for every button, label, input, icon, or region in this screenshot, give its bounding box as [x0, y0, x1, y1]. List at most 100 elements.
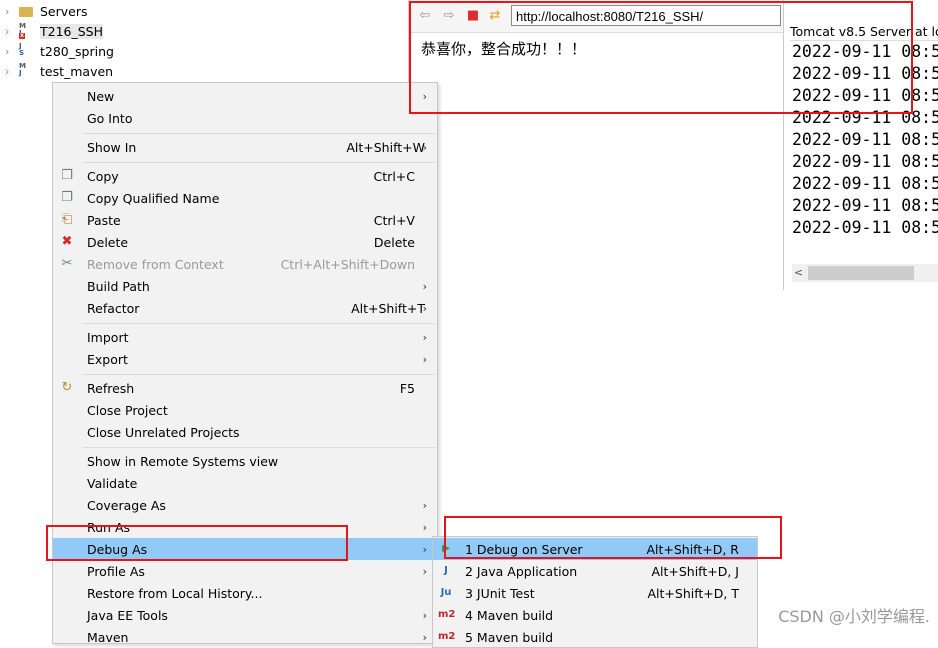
java-project-icon: JS — [19, 42, 25, 57]
scrollbar-thumb[interactable] — [808, 266, 914, 280]
submenu-item-label: 4 Maven build — [465, 607, 554, 623]
menu-item-label: New — [87, 88, 115, 104]
menu-item-java-ee-tools[interactable]: Java EE Tools › — [53, 604, 437, 626]
annotation-box-debug-as — [46, 525, 348, 561]
menu-item-copy-qualified-name[interactable]: ❐ Copy Qualified Name — [53, 187, 437, 209]
chevron-right-icon[interactable]: › — [5, 25, 17, 38]
menu-item-show-in-remote-systems-view[interactable]: Show in Remote Systems view — [53, 450, 437, 472]
menu-item-shortcut: Ctrl+V — [373, 212, 415, 228]
menu-separator — [83, 447, 435, 448]
remove-context-icon: ✂ — [61, 256, 73, 271]
paste-icon: ⎗ — [61, 212, 73, 227]
console-line: 2022-09-11 08:5 — [792, 218, 938, 237]
delete-icon: ✖ — [61, 234, 73, 249]
menu-item-delete[interactable]: ✖ Delete Delete — [53, 231, 437, 253]
menu-item-label: Restore from Local History... — [87, 585, 263, 601]
menu-item-label: Refresh — [87, 380, 135, 396]
menu-item-restore-from-local-history[interactable]: Restore from Local History... — [53, 582, 437, 604]
maven-icon: m2 — [438, 631, 456, 642]
submenu-item-2-java-application[interactable]: J 2 Java Application Alt+Shift+D, J — [433, 560, 757, 582]
maven-icon: m2 — [438, 609, 456, 620]
tree-item-test-maven[interactable]: › MJ test_maven — [0, 61, 113, 81]
folder-icon — [19, 3, 35, 19]
submenu-item-label: 5 Maven build — [465, 629, 554, 645]
menu-item-close-project[interactable]: Close Project — [53, 399, 437, 421]
submenu-arrow-icon: › — [422, 630, 427, 644]
submenu-arrow-icon: › — [422, 564, 427, 578]
menu-separator — [83, 162, 435, 163]
menu-item-paste[interactable]: ⎗ Paste Ctrl+V — [53, 209, 437, 231]
console-line: 2022-09-11 08:5 — [792, 152, 938, 171]
menu-item-shortcut: Ctrl+C — [373, 168, 415, 184]
refresh-icon: ↻ — [61, 380, 73, 395]
menu-item-close-unrelated-projects[interactable]: Close Unrelated Projects — [53, 421, 437, 443]
menu-item-label: Profile As — [87, 563, 145, 579]
menu-item-label: Build Path — [87, 278, 150, 294]
menu-item-label: Export — [87, 351, 128, 367]
menu-item-shortcut: Ctrl+Alt+Shift+Down — [280, 256, 415, 272]
menu-separator — [83, 323, 435, 324]
menu-item-remove-from-context[interactable]: ✂ Remove from Context Ctrl+Alt+Shift+Down — [53, 253, 437, 275]
console-line: 2022-09-11 08:5 — [792, 130, 938, 149]
submenu-arrow-icon: › — [422, 279, 427, 293]
tree-item-t216-ssh[interactable]: › MJx T216_SSH — [0, 21, 104, 41]
tree-item-label: Servers — [40, 3, 88, 19]
menu-item-label: Paste — [87, 212, 121, 228]
tree-item-servers[interactable]: › Servers — [0, 1, 88, 21]
submenu-item-3-junit-test[interactable]: Ju 3 JUnit Test Alt+Shift+D, T — [433, 582, 757, 604]
chevron-right-icon[interactable]: › — [5, 45, 17, 58]
menu-item-new[interactable]: New › — [53, 85, 437, 107]
java-project-error-icon: MJx — [19, 22, 26, 39]
menu-item-shortcut: Alt+Shift+W — [346, 139, 425, 155]
submenu-arrow-icon: › — [422, 140, 427, 154]
horizontal-scrollbar[interactable]: < — [792, 264, 938, 282]
java-app-icon: J — [444, 565, 448, 576]
submenu-arrow-icon: › — [422, 608, 427, 622]
scroll-left-icon[interactable]: < — [794, 264, 803, 282]
menu-item-label: Show In — [87, 139, 137, 155]
watermark: CSDN @小刘学编程. — [778, 607, 930, 626]
menu-item-profile-as[interactable]: Profile As › — [53, 560, 437, 582]
menu-item-label: Show in Remote Systems view — [87, 453, 279, 469]
menu-item-label: Java EE Tools — [87, 607, 168, 623]
menu-item-go-into[interactable]: Go Into — [53, 107, 437, 129]
menu-item-label: Go Into — [87, 110, 133, 126]
menu-item-maven[interactable]: Maven › — [53, 626, 437, 648]
menu-item-shortcut: Alt+Shift+T — [351, 300, 425, 316]
submenu-arrow-icon: › — [422, 542, 427, 556]
console-line: 2022-09-11 08:5 — [792, 174, 938, 193]
menu-item-show-in[interactable]: Show In Alt+Shift+W › — [53, 136, 437, 158]
menu-item-label: Import — [87, 329, 129, 345]
tree-item-label: t280_spring — [40, 43, 114, 59]
tree-item-label: T216_SSH — [40, 23, 104, 39]
junit-icon: Ju — [440, 587, 452, 598]
menu-item-label: Delete — [87, 234, 129, 250]
menu-item-label: Copy Qualified Name — [87, 190, 220, 206]
annotation-box-browser — [409, 1, 913, 114]
menu-item-refactor[interactable]: Refactor Alt+Shift+T › — [53, 297, 437, 319]
copy-qualified-name-icon: ❐ — [61, 190, 73, 205]
menu-item-validate[interactable]: Validate — [53, 472, 437, 494]
submenu-item-5-maven-build[interactable]: m2 5 Maven build — [433, 626, 757, 648]
submenu-arrow-icon: › — [422, 520, 427, 534]
menu-item-label: Remove from Context — [87, 256, 224, 272]
tree-item-label: test_maven — [40, 63, 114, 79]
copy-icon: ❐ — [61, 168, 73, 183]
menu-item-label: Close Project — [87, 402, 168, 418]
console-line: 2022-09-11 08:5 — [792, 196, 938, 215]
menu-separator — [83, 374, 435, 375]
menu-item-shortcut: Delete — [373, 234, 415, 250]
menu-item-label: Coverage As — [87, 497, 166, 513]
menu-item-build-path[interactable]: Build Path › — [53, 275, 437, 297]
menu-item-export[interactable]: Export › — [53, 348, 437, 370]
chevron-right-icon[interactable]: › — [5, 5, 17, 18]
menu-item-copy[interactable]: ❐ Copy Ctrl+C — [53, 165, 437, 187]
menu-item-import[interactable]: Import › — [53, 326, 437, 348]
tree-item-t280-spring[interactable]: › JS t280_spring — [0, 41, 114, 61]
submenu-item-shortcut: Alt+Shift+D, J — [651, 563, 739, 579]
chevron-right-icon[interactable]: › — [5, 65, 17, 78]
menu-item-coverage-as[interactable]: Coverage As › — [53, 494, 437, 516]
menu-item-refresh[interactable]: ↻ Refresh F5 — [53, 377, 437, 399]
submenu-item-label: 3 JUnit Test — [465, 585, 535, 601]
submenu-item-4-maven-build[interactable]: m2 4 Maven build — [433, 604, 757, 626]
